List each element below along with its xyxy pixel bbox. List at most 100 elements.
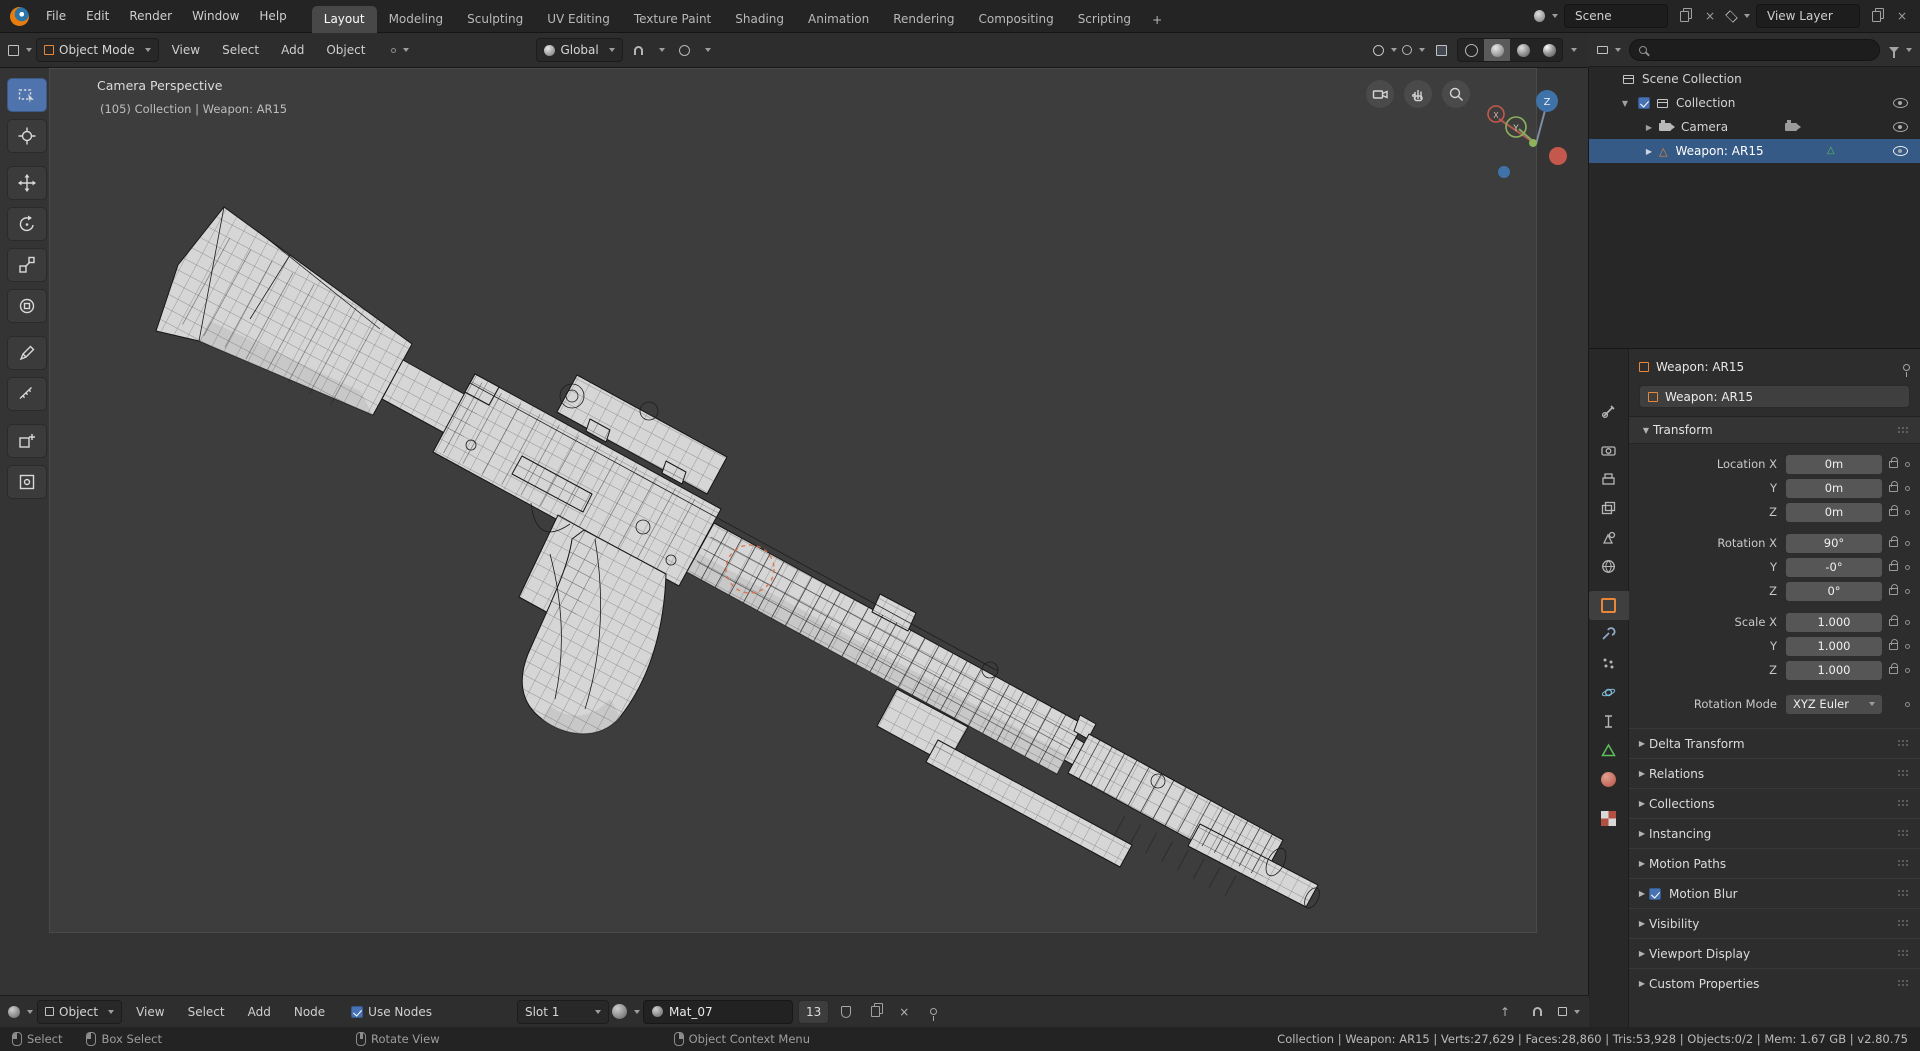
transform-tool[interactable] [7, 289, 47, 323]
animate-dot-icon[interactable] [1905, 643, 1910, 649]
lock-icon[interactable] [1889, 662, 1898, 674]
panel-custom-properties[interactable]: ▶ Custom Properties [1629, 968, 1920, 998]
axis-z-negative-handle[interactable] [1498, 166, 1510, 178]
lock-icon[interactable] [1889, 456, 1898, 468]
tab-view-layer[interactable] [1589, 494, 1629, 523]
tab-object[interactable] [1588, 591, 1629, 620]
cursor-tool[interactable] [7, 119, 47, 153]
shading-wireframe-button[interactable] [1458, 39, 1484, 61]
panel-grip-icon[interactable] [1897, 859, 1910, 868]
panel-relations[interactable]: ▶ Relations [1629, 758, 1920, 788]
panel-delta-transform[interactable]: ▶ Delta Transform [1629, 728, 1920, 758]
gizmos-dropdown[interactable] [1373, 38, 1397, 62]
panel-grip-icon[interactable] [1897, 829, 1910, 838]
camera-view-button[interactable] [1366, 80, 1394, 108]
pan-view-button[interactable] [1404, 80, 1432, 108]
lock-icon[interactable] [1889, 638, 1898, 650]
shader-type-dropdown[interactable]: Object [37, 999, 123, 1024]
rotation-y-field[interactable]: -0° [1786, 557, 1882, 577]
object-name-field[interactable]: Weapon: AR15 [1639, 385, 1910, 408]
viewport-menu-object[interactable]: Object [317, 40, 374, 60]
shader-menu-node[interactable]: Node [285, 1002, 334, 1022]
tab-particles[interactable] [1589, 649, 1629, 678]
shading-rendered-button[interactable] [1536, 39, 1562, 61]
viewport-menu-add[interactable]: Add [272, 40, 313, 60]
material-users-button[interactable]: 13 [797, 999, 830, 1024]
workspace-tab-layout[interactable]: Layout [311, 5, 377, 33]
animate-dot-icon[interactable] [1905, 667, 1910, 673]
rotation-x-field[interactable]: 90° [1786, 533, 1882, 553]
tab-modifiers[interactable] [1589, 620, 1629, 649]
shader-menu-add[interactable]: Add [239, 1002, 280, 1022]
shading-settings-dropdown[interactable] [1567, 38, 1581, 62]
animate-dot-icon[interactable] [1905, 564, 1910, 570]
workspace-tab-shading[interactable]: Shading [723, 6, 796, 33]
expand-icon[interactable]: ▶ [1643, 147, 1655, 156]
panel-viewport-display[interactable]: ▶ Viewport Display [1629, 938, 1920, 968]
animate-dot-icon[interactable] [1905, 461, 1910, 467]
workspace-tab-animation[interactable]: Animation [796, 6, 881, 33]
shader-menu-select[interactable]: Select [179, 1002, 234, 1022]
location-y-field[interactable]: 0m [1786, 478, 1882, 498]
panel-visibility[interactable]: ▶ Visibility [1629, 908, 1920, 938]
animate-dot-icon[interactable] [1905, 509, 1910, 515]
parent-node-tree-button[interactable]: ↑ [1493, 1000, 1517, 1024]
snap-node-button[interactable] [1525, 1000, 1549, 1024]
lock-icon[interactable] [1889, 614, 1898, 626]
tab-output[interactable] [1589, 465, 1629, 494]
mesh-data-icon[interactable]: △ [1827, 146, 1835, 156]
lock-icon[interactable] [1889, 535, 1898, 547]
browse-material-button[interactable] [611, 1000, 640, 1024]
menu-help[interactable]: Help [250, 6, 295, 26]
panel-grip-icon[interactable] [1897, 425, 1910, 435]
workspace-tab-sculpting[interactable]: Sculpting [455, 6, 535, 33]
panel-grip-icon[interactable] [1897, 799, 1910, 808]
rotation-z-field[interactable]: 0° [1786, 581, 1882, 601]
snap-toggle-button[interactable] [627, 38, 651, 62]
expand-icon[interactable]: ▼ [1619, 99, 1631, 108]
add-workspace-button[interactable]: + [1143, 7, 1171, 33]
camera-data-icon[interactable] [1785, 120, 1801, 131]
outliner-row-collection[interactable]: ▼ Collection [1589, 91, 1920, 115]
transform-panel-header[interactable]: ▼ Transform [1629, 416, 1920, 444]
workspace-tab-modeling[interactable]: Modeling [377, 6, 456, 33]
tab-tool[interactable] [1589, 397, 1629, 426]
rotate-tool[interactable] [7, 207, 47, 241]
material-slot-dropdown[interactable]: Slot 1 [516, 999, 609, 1024]
workspace-tab-texture-paint[interactable]: Texture Paint [622, 6, 723, 33]
tab-constraints[interactable] [1589, 707, 1629, 736]
lock-icon[interactable] [1889, 480, 1898, 492]
location-x-field[interactable]: 0m [1786, 454, 1882, 474]
pin-icon[interactable] [1903, 363, 1910, 377]
panel-grip-icon[interactable] [1897, 769, 1910, 778]
outliner-row-weapon-ar15[interactable]: ▶ △ Weapon: AR15 △ [1589, 139, 1920, 163]
transform-orientation-dropdown[interactable]: Global [536, 38, 623, 62]
scale-z-field[interactable]: 1.000 [1786, 660, 1882, 680]
panel-grip-icon[interactable] [1897, 949, 1910, 958]
scene-name-field[interactable]: Scene [1564, 4, 1668, 28]
motion-blur-checkbox[interactable] [1649, 887, 1661, 900]
new-scene-button[interactable] [1674, 5, 1694, 27]
tab-world[interactable] [1589, 552, 1629, 581]
workspace-tab-uv-editing[interactable]: UV Editing [535, 6, 622, 33]
scale-tool[interactable] [7, 248, 47, 282]
viewport-menu-view[interactable]: View [163, 40, 209, 60]
transform-pivot-dropdown[interactable] [388, 38, 412, 62]
lock-icon[interactable] [1889, 559, 1898, 571]
delete-scene-button[interactable]: × [1700, 5, 1720, 27]
panel-grip-icon[interactable] [1897, 889, 1910, 898]
panel-motion-paths[interactable]: ▶ Motion Paths [1629, 848, 1920, 878]
scale-y-field[interactable]: 1.000 [1786, 636, 1882, 656]
animate-dot-icon[interactable] [1905, 485, 1910, 491]
viewport-3d[interactable]: Camera Perspective (105) Collection | We… [0, 68, 1589, 995]
unlink-material-button[interactable]: × [892, 1000, 916, 1024]
lock-icon[interactable] [1889, 504, 1898, 516]
animate-dot-icon[interactable] [1905, 540, 1910, 546]
proportional-edit-button[interactable] [673, 38, 697, 62]
tab-render[interactable] [1589, 436, 1629, 465]
shading-solid-button[interactable] [1484, 39, 1510, 61]
select-box-tool[interactable] [7, 78, 47, 112]
blender-logo-icon[interactable] [10, 6, 29, 26]
new-view-layer-button[interactable] [1866, 5, 1886, 27]
menu-edit[interactable]: Edit [77, 6, 118, 26]
